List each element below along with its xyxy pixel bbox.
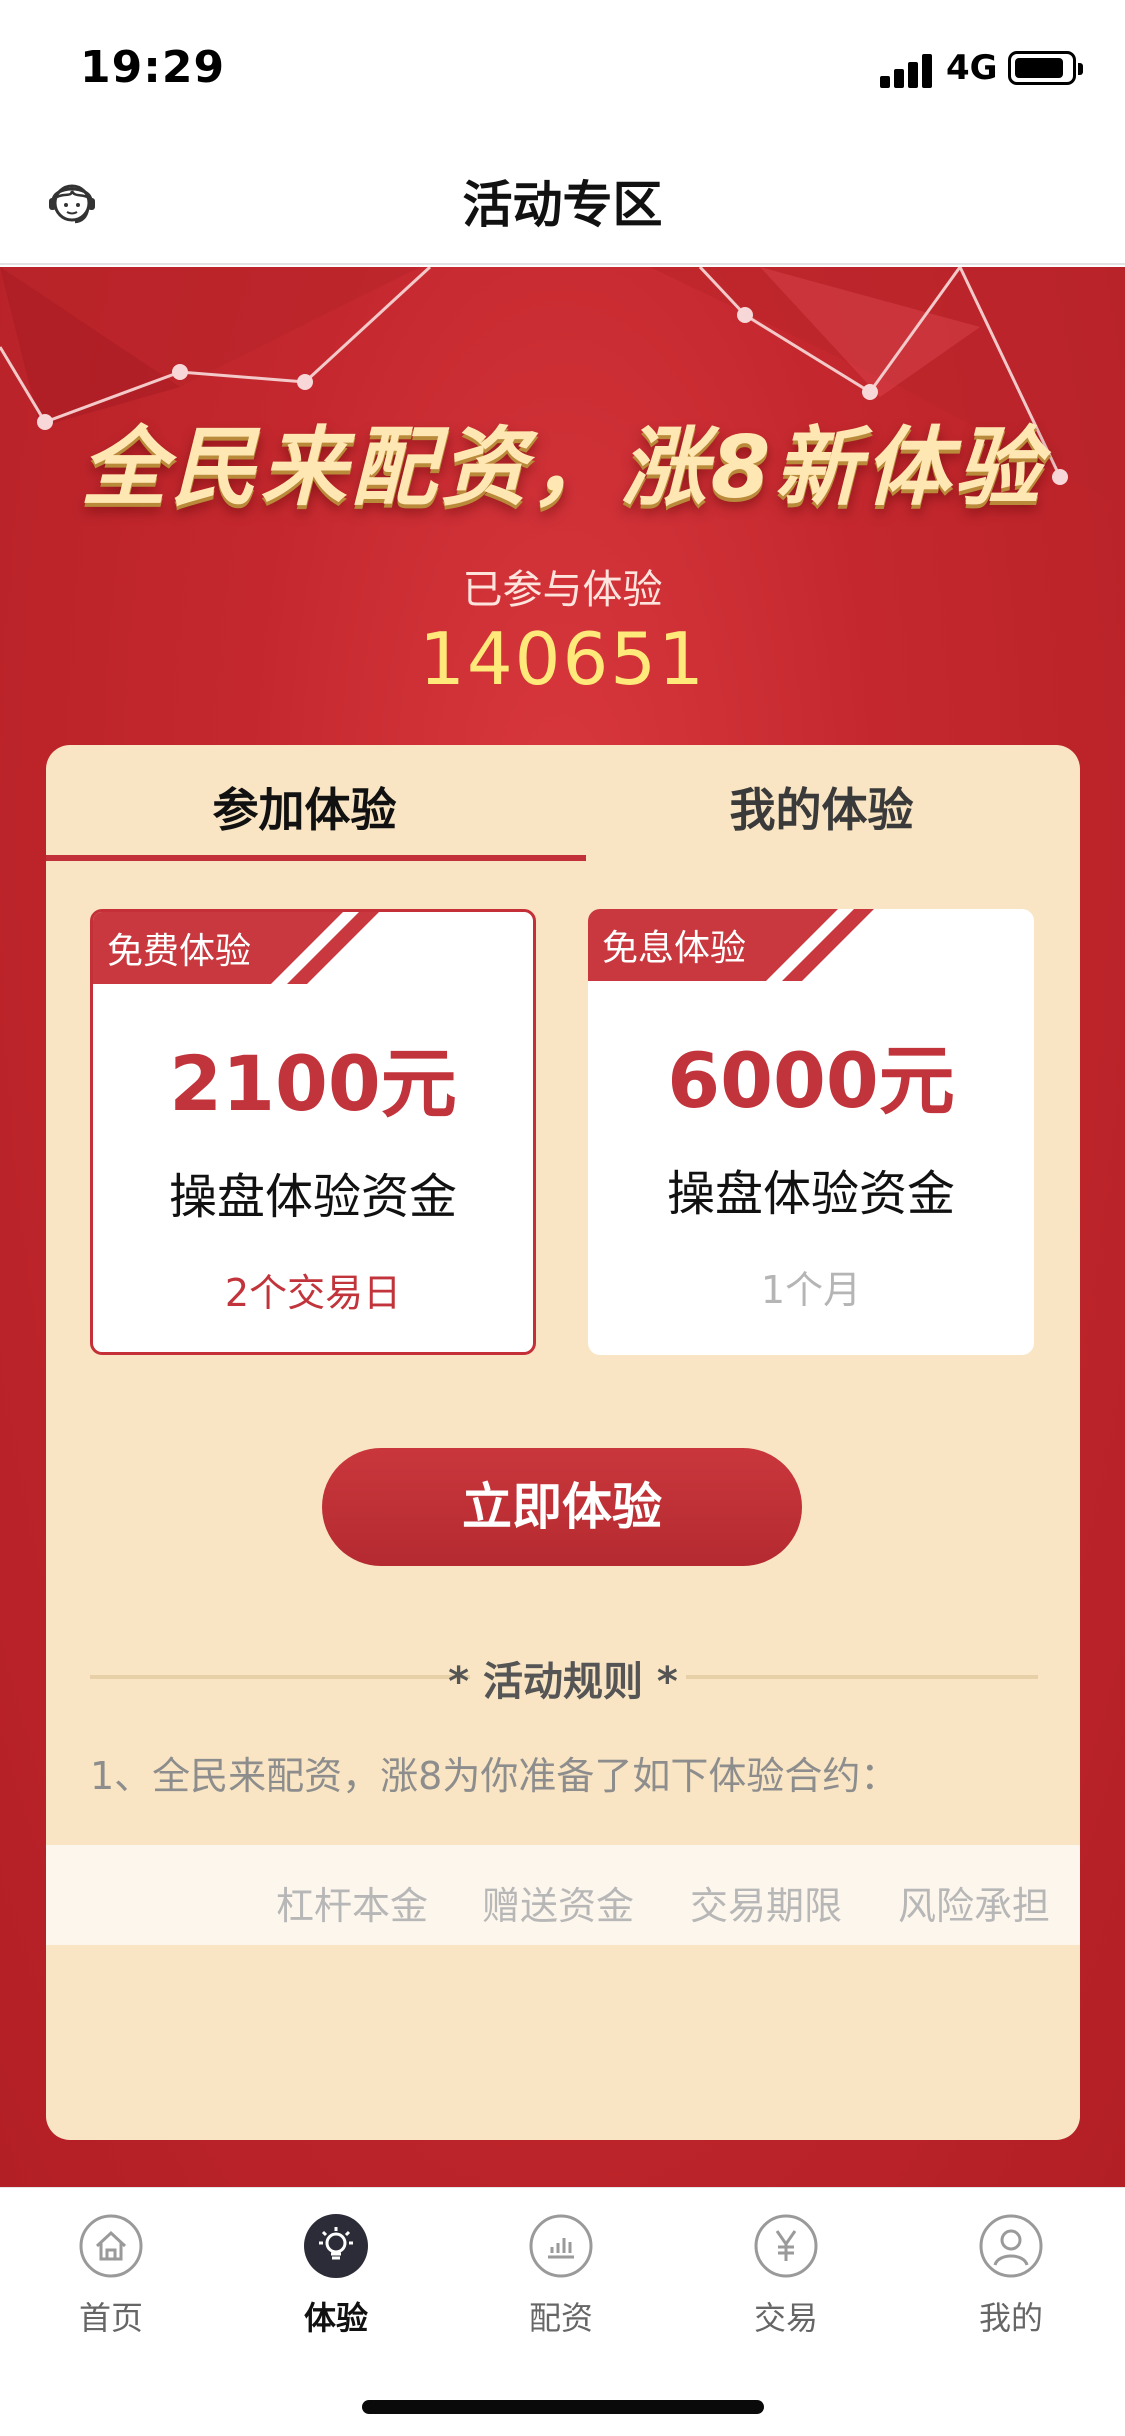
offer-free-experience[interactable]: 免费体验 2100元 操盘体验资金 2个交易日 — [90, 909, 536, 1355]
start-experience-button[interactable]: 立即体验 — [322, 1448, 802, 1566]
home-indicator[interactable] — [362, 2400, 764, 2414]
table-header-cell: 杠杆本金 — [276, 1884, 429, 1928]
tabbar-item-mine[interactable]: 我的 — [931, 2213, 1091, 2339]
lightbulb-icon — [304, 2214, 368, 2278]
activity-main: 全民来配资，涨8新体验 已参与体验 140651 参加体验 我的体验 免费体验 … — [0, 267, 1125, 2187]
status-time: 19:29 — [80, 42, 226, 93]
offer-tag: 免费体验 — [107, 931, 252, 972]
promo-banner: 全民来配资，涨8新体验 — [80, 418, 1045, 518]
bottom-tab-bar: 首页 体验 配资 交易 我的 — [0, 2187, 1125, 2436]
yen-icon — [754, 2214, 818, 2278]
table-header-cell: 赠送资金 — [482, 1884, 635, 1928]
participants-count: 140651 — [419, 617, 706, 701]
tabbar-item-home[interactable]: 首页 — [31, 2213, 191, 2339]
signal-icon — [880, 52, 936, 88]
nav-bar: 活动专区 — [0, 135, 1125, 265]
tabbar-label: 首页 — [78, 2299, 143, 2337]
table-header-cell: 风险承担 — [898, 1884, 1051, 1928]
offer-amount: 6000元 — [667, 1036, 955, 1125]
network-type: 4G — [946, 48, 998, 88]
page-title: 活动专区 — [462, 176, 663, 234]
rules-title: * 活动规则 * — [448, 1659, 678, 1705]
decorative-background — [0, 267, 1125, 507]
tabbar-item-financing[interactable]: 配资 — [481, 2213, 641, 2339]
participants-label: 已参与体验 — [462, 567, 663, 613]
offer-interest-free-experience[interactable]: 免息体验 6000元 操盘体验资金 1个月 — [588, 909, 1034, 1355]
tabbar-label: 交易 — [753, 2299, 818, 2337]
home-icon — [79, 2214, 143, 2278]
tabbar-label: 我的 — [978, 2299, 1043, 2337]
rules-line-1: 1、全民来配资，涨8为你准备了如下体验合约： — [90, 1754, 899, 1798]
offer-subtitle: 操盘体验资金 — [666, 1166, 955, 1222]
table-header-cell: 交易期限 — [690, 1884, 843, 1928]
offer-tag: 免息体验 — [602, 928, 747, 969]
user-icon — [979, 2214, 1043, 2278]
tabbar-item-experience[interactable]: 体验 — [256, 2213, 416, 2339]
offer-duration: 2个交易日 — [224, 1271, 402, 1315]
active-tab-indicator — [46, 855, 586, 861]
tabbar-item-trade[interactable]: 交易 — [706, 2213, 866, 2339]
offer-amount: 2100元 — [169, 1039, 457, 1128]
status-bar: 19:29 4G — [0, 0, 1125, 135]
tabbar-label: 体验 — [303, 2299, 368, 2337]
contract-table-header: 杠杆本金 赠送资金 交易期限 风险承担 — [46, 1845, 1080, 1945]
offer-subtitle: 操盘体验资金 — [168, 1169, 457, 1225]
offer-duration: 1个月 — [760, 1268, 862, 1312]
tab-join-experience[interactable]: 参加体验 — [46, 745, 563, 855]
tab-my-experience[interactable]: 我的体验 — [563, 745, 1080, 855]
experience-card: 参加体验 我的体验 免费体验 2100元 操盘体验资金 2个交易日 免息体验 6… — [46, 745, 1080, 2140]
chart-icon — [529, 2214, 593, 2278]
battery-icon — [1008, 51, 1083, 85]
tabbar-label: 配资 — [528, 2299, 593, 2337]
